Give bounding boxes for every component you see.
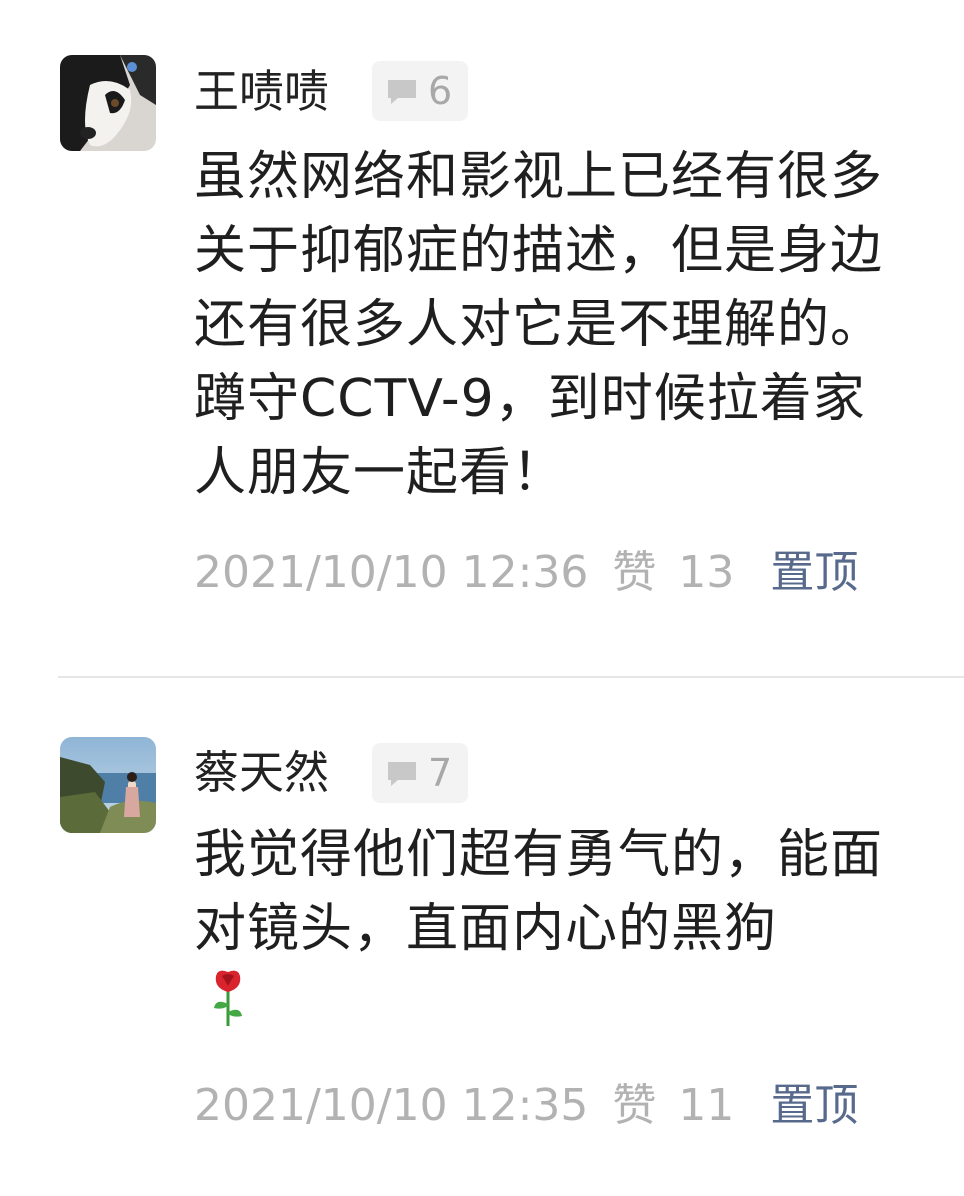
avatar[interactable] xyxy=(60,737,156,833)
comment-datetime: 2021/10/10 12:35 xyxy=(194,1080,589,1131)
comment-text: 我觉得他们超有勇气的，能面对镜头，直面内心的黑狗 xyxy=(194,825,884,959)
comment-meta: 2021/10/10 12:35 赞 11 置顶 xyxy=(194,1079,858,1133)
seaside-avatar-icon xyxy=(60,737,156,833)
comment-bubble-icon xyxy=(388,80,416,104)
like-label[interactable]: 赞 xyxy=(612,1080,656,1131)
like-count: 13 xyxy=(678,547,735,598)
like-label[interactable]: 赞 xyxy=(612,547,656,598)
reply-count: 7 xyxy=(428,751,453,795)
reply-count-badge[interactable]: 6 xyxy=(372,61,468,121)
comment-bubble-icon xyxy=(388,762,416,786)
comment-meta: 2021/10/10 12:36 赞 13 置顶 xyxy=(194,546,858,600)
author-name[interactable]: 王啧啧 xyxy=(194,64,329,120)
comment-text: 虽然网络和影视上已经有很多关于抑郁症的描述，但是身边还有很多人对它是不理解的。蹲… xyxy=(194,147,884,503)
reply-count-badge[interactable]: 7 xyxy=(372,743,468,803)
author-name[interactable]: 蔡天然 xyxy=(194,745,329,801)
comment-datetime: 2021/10/10 12:36 xyxy=(194,547,589,598)
pin-button[interactable]: 置顶 xyxy=(770,1080,858,1131)
dog-avatar-icon xyxy=(60,55,156,151)
pin-button[interactable]: 置顶 xyxy=(770,547,858,598)
comment-item: 蔡天然 7 我觉得他们超有勇气的，能面对镜头，直面内心的黑狗 2021/10/1… xyxy=(0,678,964,1196)
reply-count: 6 xyxy=(428,69,453,113)
avatar[interactable] xyxy=(60,55,156,151)
like-count: 11 xyxy=(678,1080,735,1131)
rose-emoji-icon xyxy=(214,970,242,1026)
comment-item: 王啧啧 6 虽然网络和影视上已经有很多关于抑郁症的描述，但是身边还有很多人对它是… xyxy=(0,0,964,676)
